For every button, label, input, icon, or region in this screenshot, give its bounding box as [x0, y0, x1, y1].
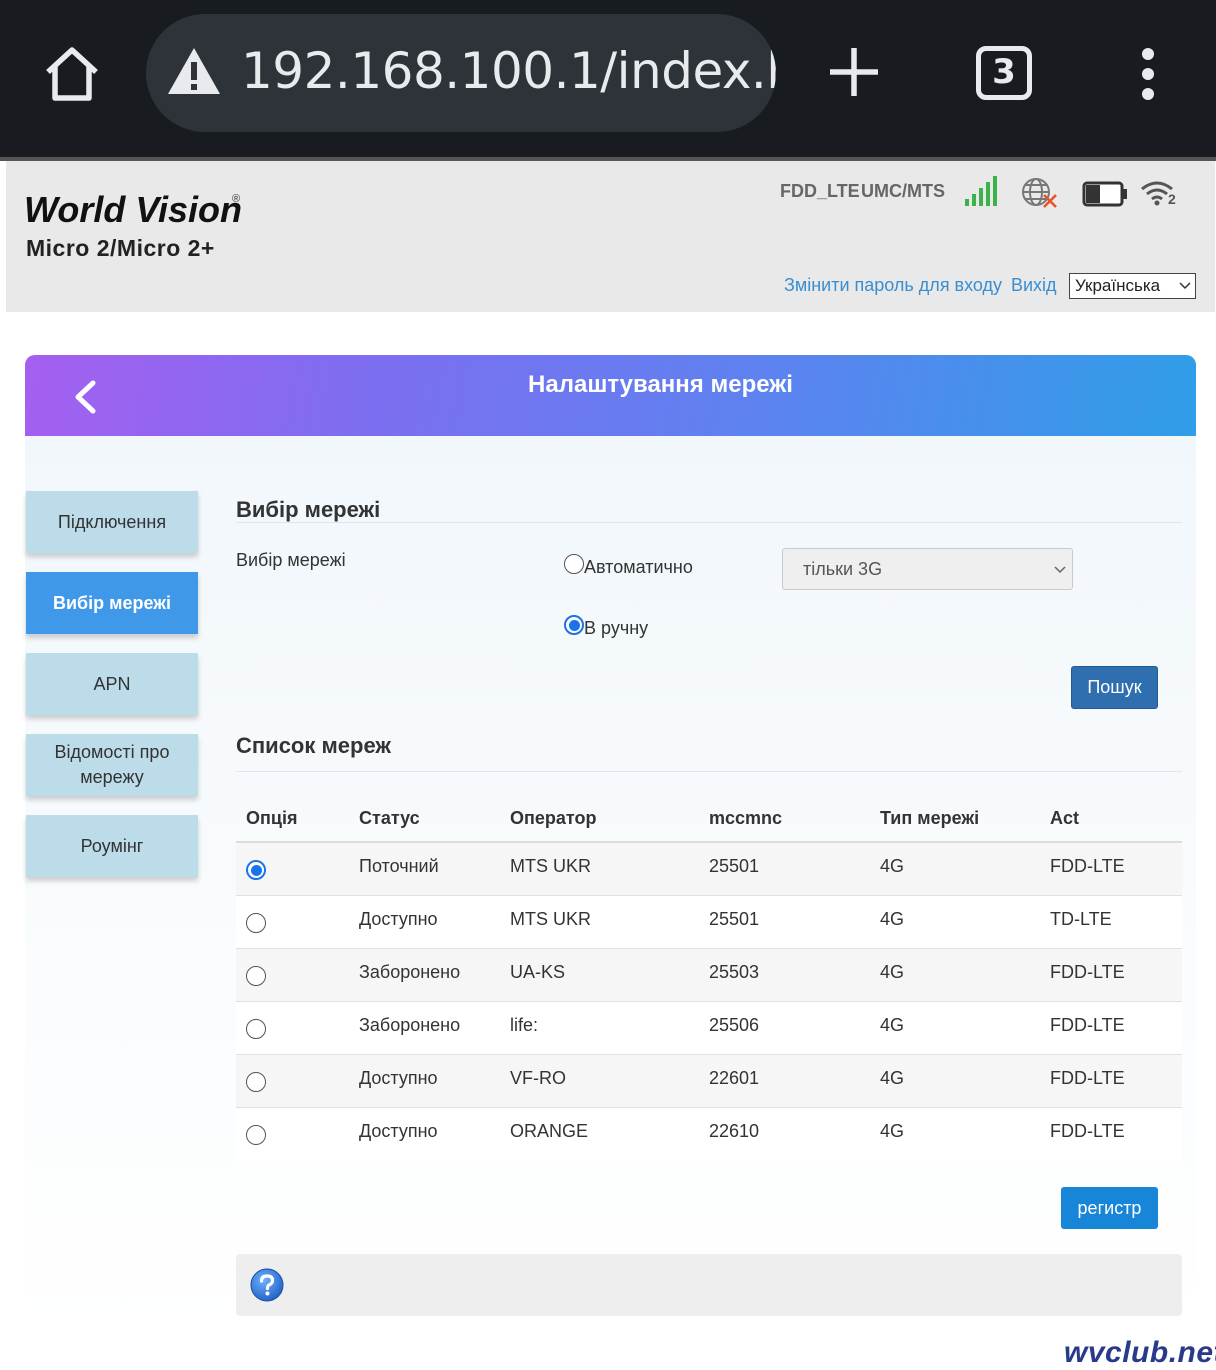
column-header-status: Статус — [359, 808, 420, 828]
row-status: Доступно — [359, 1068, 438, 1088]
row-mccmnc: 25501 — [709, 856, 760, 876]
table-row[interactable]: Доступно ORANGE 22610 4G FDD-LTE — [236, 1108, 1182, 1161]
row-status: Доступно — [359, 1121, 438, 1141]
section-divider — [236, 771, 1182, 772]
network-row-radio[interactable] — [246, 860, 266, 880]
router-header: World Vision ® Micro 2/Micro 2+ FDD_LTE … — [6, 161, 1215, 312]
language-select-value: Українська — [1075, 276, 1161, 295]
column-header-mccmnc: mccmnc — [709, 808, 783, 828]
panel-header: Налаштування мережі — [25, 355, 1196, 436]
row-operator: UA-KS — [510, 962, 566, 982]
row-act: TD-LTE — [1050, 909, 1112, 929]
row-mccmnc: 22601 — [709, 1068, 760, 1088]
row-mccmnc: 25506 — [709, 1015, 760, 1035]
row-network-type: 4G — [880, 856, 905, 876]
row-mccmnc: 22610 — [709, 1121, 760, 1141]
column-header-option: Опція — [246, 808, 298, 828]
row-network-type: 4G — [880, 962, 905, 982]
row-status: Заборонено — [359, 962, 461, 982]
signal-strength-icon — [965, 176, 997, 206]
url-text[interactable]: 192.168.100.1/index.ht — [241, 42, 776, 100]
chevron-down-icon — [1054, 566, 1066, 574]
manual-mode-radio[interactable] — [564, 615, 584, 635]
sidebar-item-roaming[interactable]: Роумінг — [26, 815, 198, 877]
table-row[interactable]: Заборонено UA-KS 25503 4G FDD-LTE — [236, 949, 1182, 1002]
auto-mode-label: Автоматично — [584, 557, 693, 577]
row-operator: MTS UKR — [510, 909, 591, 929]
network-selection-title: Вибір мережі — [236, 497, 381, 522]
network-row-radio[interactable] — [246, 1072, 266, 1092]
home-icon[interactable] — [42, 44, 102, 104]
operator-status: UMC/MTS — [861, 181, 945, 201]
browser-toolbar: 192.168.100.1/index.ht 3 — [0, 0, 1216, 158]
site-watermark: wvclub.net — [1064, 1336, 1216, 1369]
sidebar-item-network-info[interactable]: Відомості про мережу — [26, 734, 198, 796]
column-header-network-type: Тип мережі — [880, 808, 980, 828]
new-tab-icon[interactable] — [828, 46, 880, 98]
network-mode-select[interactable]: тільки 3G — [782, 548, 1073, 590]
registered-mark: ® — [232, 193, 241, 205]
section-divider — [236, 522, 1182, 523]
sidebar-item-connection[interactable]: Підключення — [26, 491, 198, 553]
help-icon[interactable] — [250, 1268, 284, 1302]
sidebar-item-network-selection[interactable]: Вибір мережі — [26, 572, 198, 634]
table-row[interactable]: Поточний MTS UKR 25501 4G FDD-LTE — [236, 843, 1182, 896]
auto-mode-radio[interactable] — [564, 554, 584, 574]
network-row-radio[interactable] — [246, 913, 266, 933]
row-operator: life: — [510, 1015, 539, 1035]
internet-disconnected-icon — [1022, 178, 1057, 208]
row-network-type: 4G — [880, 1015, 905, 1035]
row-network-type: 4G — [880, 1068, 905, 1088]
table-header: Опція Статус Оператор mccmnc Тип мережі … — [236, 795, 1182, 843]
brand-logo: World Vision — [24, 189, 243, 230]
network-type-status: FDD_LTE — [780, 181, 860, 201]
row-operator: VF-RO — [510, 1068, 566, 1088]
battery-icon — [1082, 181, 1127, 207]
warning-icon[interactable] — [166, 44, 222, 100]
address-bar[interactable]: 192.168.100.1/index.ht — [146, 14, 776, 132]
network-selection-label: Вибір мережі — [236, 550, 346, 570]
network-row-radio[interactable] — [246, 966, 266, 986]
row-status: Заборонено — [359, 1015, 461, 1035]
language-select[interactable]: Українська — [1069, 273, 1196, 299]
row-mccmnc: 25503 — [709, 962, 760, 982]
table-row[interactable]: Доступно MTS UKR 25501 4G TD-LTE — [236, 896, 1182, 949]
change-password-link[interactable]: Змінити пароль для входу — [784, 275, 1002, 296]
row-network-type: 4G — [880, 909, 905, 929]
register-button[interactable]: регистр — [1061, 1187, 1158, 1229]
device-model: Micro 2/Micro 2+ — [26, 235, 215, 261]
row-status: Поточний — [359, 856, 439, 876]
row-act: FDD-LTE — [1050, 1121, 1125, 1141]
manual-mode-label: В ручну — [584, 618, 649, 638]
network-table: Опція Статус Оператор mccmnc Тип мережі … — [236, 795, 1182, 1161]
sidebar-item-apn[interactable]: APN — [26, 653, 198, 715]
row-network-type: 4G — [880, 1121, 905, 1141]
network-row-radio[interactable] — [246, 1019, 266, 1039]
chevron-down-icon — [1179, 282, 1191, 290]
page-title: Налаштування мережі — [528, 371, 793, 398]
logout-link[interactable]: Вихід — [1011, 275, 1057, 296]
row-status: Доступно — [359, 909, 438, 929]
search-button[interactable]: Пошук — [1071, 666, 1158, 709]
table-row[interactable]: Заборонено life: 25506 4G FDD-LTE — [236, 1002, 1182, 1055]
row-act: FDD-LTE — [1050, 1068, 1125, 1088]
row-act: FDD-LTE — [1050, 856, 1125, 876]
network-mode-value: тільки 3G — [803, 559, 883, 579]
row-operator: MTS UKR — [510, 856, 591, 876]
network-row-radio[interactable] — [246, 1125, 266, 1145]
more-options-icon[interactable] — [1138, 48, 1158, 100]
help-bar — [236, 1254, 1182, 1316]
column-header-act: Act — [1050, 808, 1080, 828]
column-header-operator: Оператор — [510, 808, 597, 828]
row-mccmnc: 25501 — [709, 909, 760, 929]
row-act: FDD-LTE — [1050, 1015, 1125, 1035]
row-operator: ORANGE — [510, 1121, 589, 1141]
network-list-title: Список мереж — [236, 733, 391, 758]
wifi-client-count: 2 — [1168, 191, 1176, 207]
table-row[interactable]: Доступно VF-RO 22601 4G FDD-LTE — [236, 1055, 1182, 1108]
row-act: FDD-LTE — [1050, 962, 1125, 982]
tab-switcher-button[interactable]: 3 — [976, 46, 1032, 100]
